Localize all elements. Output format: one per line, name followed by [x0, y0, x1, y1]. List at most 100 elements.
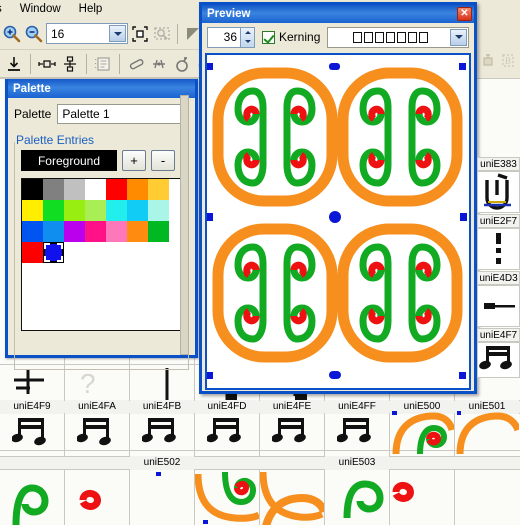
swatch-0-5[interactable]: [127, 179, 148, 200]
swatch-1-0[interactable]: [22, 200, 43, 221]
stepper-up-icon[interactable]: [241, 28, 254, 38]
kerning-checkbox-wrap[interactable]: Kerning: [262, 30, 320, 44]
glyph-string-boxes: [352, 31, 428, 43]
glyph-cell-note[interactable]: [11, 416, 52, 451]
chevron-down-icon[interactable]: [450, 28, 467, 46]
glyph-cell-ornament[interactable]: [455, 410, 519, 456]
glyph-cell-note[interactable]: [206, 416, 247, 451]
distribute-icon[interactable]: [60, 54, 80, 74]
menu-help[interactable]: Help: [70, 2, 112, 16]
swatch-0-1[interactable]: [43, 179, 64, 200]
swatch-0-3[interactable]: [85, 179, 106, 200]
swatch-1-6[interactable]: [148, 200, 169, 221]
glyph-label-uniE4FA[interactable]: uniE4FA: [65, 400, 129, 414]
right-glyph-cell-uniE2F7[interactable]: [477, 228, 520, 270]
align-bottom-icon[interactable]: [4, 54, 24, 74]
right-glyph-cell-uniE383[interactable]: [477, 171, 520, 213]
menu-tools-truncated[interactable]: s: [0, 2, 11, 16]
swatch-2-3[interactable]: [85, 221, 106, 242]
vertical-scrollbar[interactable]: [180, 95, 189, 355]
add-entry-button[interactable]: +: [122, 150, 146, 171]
right-glyph-cell-uniE4D3[interactable]: [477, 285, 520, 327]
right-glyph-label-uniE4D3[interactable]: uniE4D3: [477, 271, 520, 285]
swatch-2-5[interactable]: [127, 221, 148, 242]
swatch-3-0[interactable]: [22, 242, 43, 263]
close-icon[interactable]: ✕: [457, 7, 472, 21]
zoom-level-value: 16: [51, 26, 65, 41]
preview-glyph-render: [207, 63, 467, 379]
glyph-cell-ornament[interactable]: [65, 470, 129, 525]
swatch-1-3[interactable]: [85, 200, 106, 221]
menu-window[interactable]: Window: [11, 2, 70, 16]
glyph-cell-ornament[interactable]: [130, 470, 194, 525]
zoom-level-combo[interactable]: 16: [46, 23, 128, 44]
fit-to-selection-icon[interactable]: [130, 24, 150, 44]
right-glyph-label-uniE4F7[interactable]: uniE4F7: [477, 328, 520, 342]
remove-entry-button[interactable]: -: [151, 150, 175, 171]
swatch-2-4[interactable]: [106, 221, 127, 242]
stepper-buttons[interactable]: [240, 27, 254, 47]
swatch-0-0[interactable]: [22, 179, 43, 200]
stepper-down-icon[interactable]: [241, 37, 254, 47]
right-glyph-label-uniE383[interactable]: uniE383: [477, 157, 520, 171]
swatch-1-5[interactable]: [127, 200, 148, 221]
ornament-unit-top-right: [337, 67, 463, 207]
swatch-2-1[interactable]: [43, 221, 64, 242]
palette-entries-group: Foreground + -: [14, 142, 189, 370]
glyph-string-combo[interactable]: [327, 26, 469, 48]
zoom-in-icon[interactable]: [2, 24, 22, 44]
glyph-cell-cross[interactable]: [10, 368, 54, 401]
foreground-swatch[interactable]: Foreground: [21, 150, 117, 171]
eraser-icon[interactable]: [126, 54, 146, 74]
point-size-value: 36: [223, 30, 237, 44]
swatch-2-0[interactable]: [22, 221, 43, 242]
swatch-0-4[interactable]: [106, 179, 127, 200]
spacing-icon[interactable]: [37, 54, 57, 74]
glyph-cell-ornament[interactable]: [390, 470, 454, 525]
swatch-0-6[interactable]: [148, 179, 169, 200]
right-glyph-cell-uniE4F7[interactable]: [477, 342, 520, 378]
glyph-cell-note[interactable]: [271, 416, 312, 451]
swatch-grid[interactable]: [21, 178, 189, 331]
glyph-label-uniE502[interactable]: uniE502: [130, 456, 194, 470]
glyph-cell-ornament[interactable]: [260, 486, 324, 525]
preview-title-bar[interactable]: Preview ✕: [202, 5, 474, 23]
glyph-cell-note[interactable]: [76, 416, 117, 451]
knife-icon[interactable]: [172, 54, 192, 74]
swatch-1-1[interactable]: [43, 200, 64, 221]
preview-window[interactable]: Preview ✕ 36 Kerning: [199, 2, 477, 394]
palette-title-text: Palette: [13, 82, 51, 95]
swatch-2-2[interactable]: [64, 221, 85, 242]
swatch-2-6[interactable]: [148, 221, 169, 242]
swatch-1-4[interactable]: [106, 200, 127, 221]
right-glyph-label-uniE2F7[interactable]: uniE2F7: [477, 214, 520, 228]
palette-window[interactable]: Palette Palette Palette 1 Palette Entrie…: [5, 79, 198, 370]
palette-name-input[interactable]: Palette 1: [57, 104, 189, 124]
glyph-cell-ornament[interactable]: [390, 410, 454, 456]
glyph-cell-note[interactable]: [141, 416, 182, 451]
zoom-out-icon[interactable]: [24, 24, 44, 44]
glyph-label-uniE4F9[interactable]: uniE4F9: [0, 400, 64, 414]
toolbar-separator: [119, 53, 120, 74]
glyph-cell-ornament[interactable]: [0, 470, 64, 525]
glyph-cell-unknown[interactable]: ?: [80, 368, 96, 400]
glyph-cell-stem[interactable]: [160, 368, 174, 403]
chevron-down-icon[interactable]: [109, 25, 126, 42]
swatch-0-2[interactable]: [64, 179, 85, 200]
checkmark-icon[interactable]: [262, 30, 275, 44]
glyph-label-uniE4FF[interactable]: uniE4FF: [325, 400, 389, 414]
swatch-1-2[interactable]: [64, 200, 85, 221]
cut-splines-icon[interactable]: [149, 54, 169, 74]
glyph-label-uniE503[interactable]: uniE503: [325, 456, 389, 470]
palette-title-bar[interactable]: Palette: [8, 79, 195, 98]
preview-canvas[interactable]: [205, 53, 471, 390]
toolbar-separator: [86, 53, 87, 74]
point-size-stepper[interactable]: 36: [207, 26, 255, 48]
preview-toolbar: 36 Kerning: [202, 23, 474, 51]
swatch-3-1-selected[interactable]: [43, 242, 64, 263]
glyph-cell-note[interactable]: [336, 416, 377, 451]
glyph-cell-ornament[interactable]: [325, 470, 389, 525]
metrics-icon: [93, 54, 113, 74]
bold-icon: B: [498, 50, 518, 70]
glyph-cell-ornament[interactable]: [195, 470, 259, 525]
